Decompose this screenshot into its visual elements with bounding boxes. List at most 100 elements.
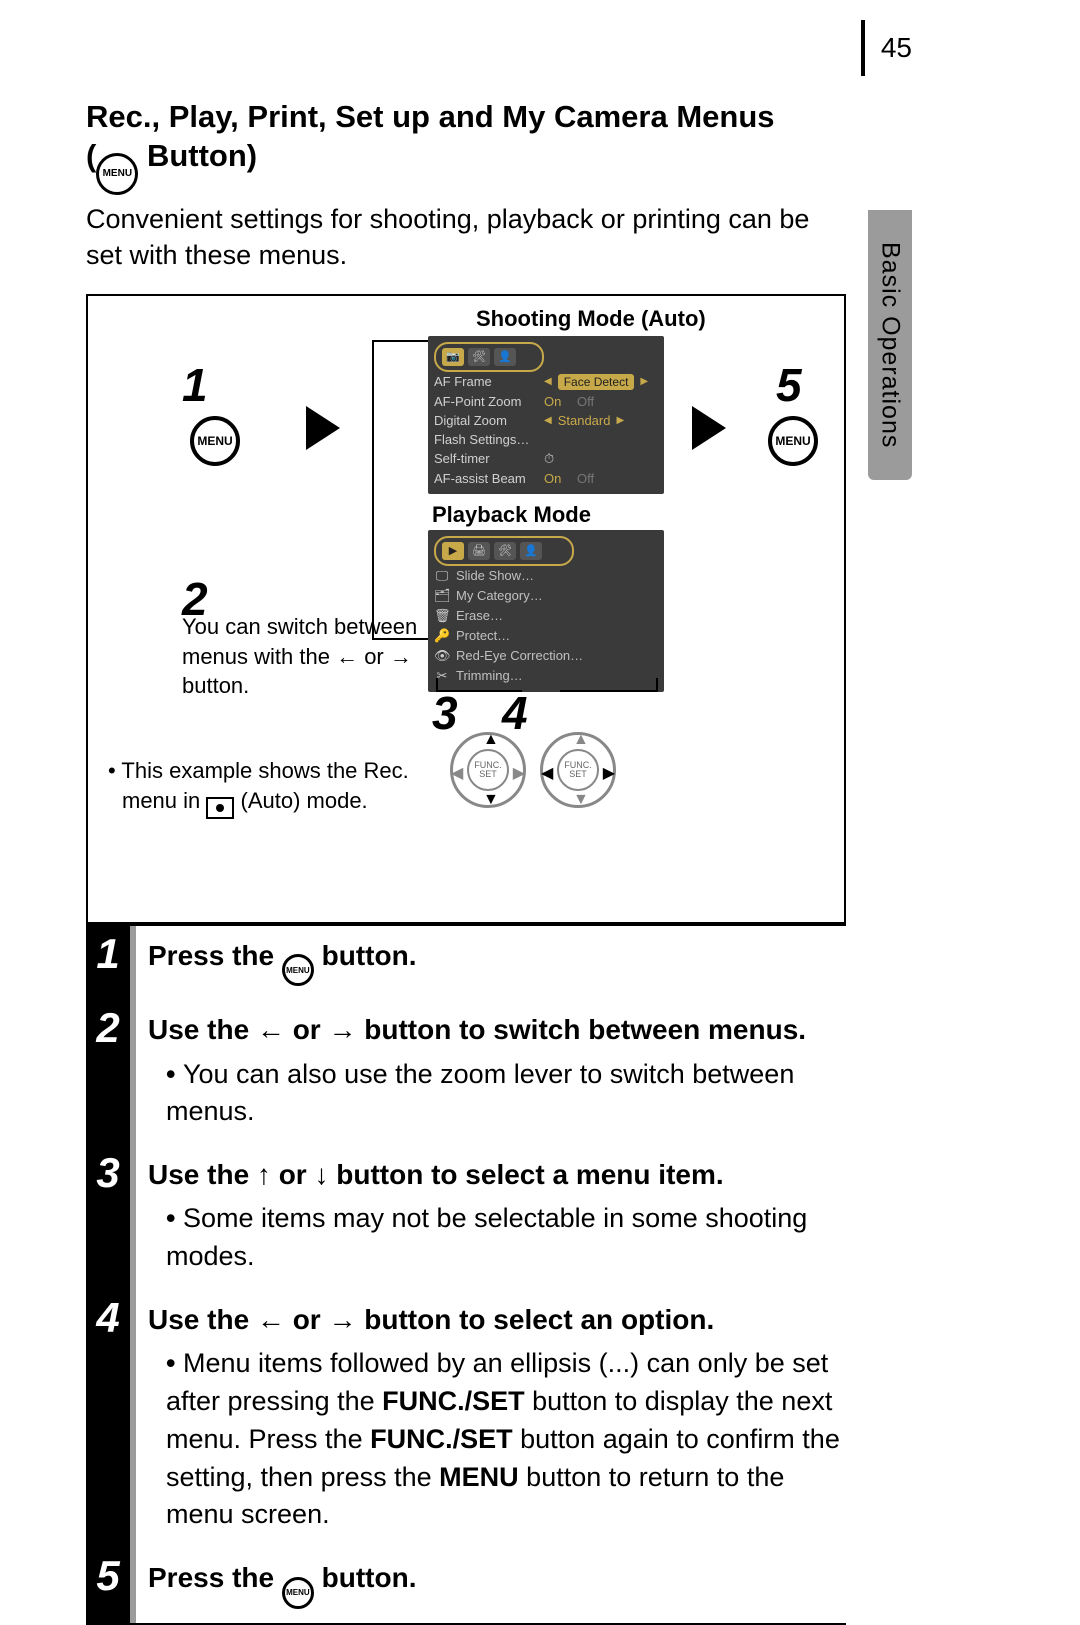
protect-label: Protect… [456,628,510,643]
flash-label: Flash Settings… [434,432,594,447]
step-4-row: 4 Use the ← or → button to select an opt… [86,1290,846,1548]
diagram-step-1: 1 [182,358,208,412]
title-button-word: Button) [138,138,257,173]
step-3-body: Use the ↑ or ↓ button to select a menu i… [130,1145,846,1290]
redeye-icon: 👁 [434,648,450,664]
title-paren-open: ( [86,138,96,173]
switch-note-l2: menus with the ← or → [182,642,422,672]
step-4-bullet: Menu items followed by an ellipsis (...)… [166,1345,846,1534]
tools-tab-icon-2: 🛠 [494,542,516,560]
switch-note-l2b: or [358,644,390,669]
up-arrow-dim-icon: ▲ [573,731,589,749]
step-3-row: 3 Use the ↑ or ↓ button to select a menu… [86,1145,846,1290]
slideshow-label: Slide Show… [456,568,534,583]
example-note: • This example shows the Rec. menu in (A… [108,756,409,819]
step-5-title: Press the MENU button. [148,1562,416,1593]
page-number: 45 [881,32,912,64]
step-2-bullet: You can also use the zoom lever to switc… [166,1056,846,1132]
arrow-right-icon [306,406,340,450]
diagram-step-4: 4 [502,686,528,740]
step-3-num: 3 [86,1145,130,1290]
step-4-title: Use the ← or → button to select an optio… [148,1300,846,1339]
intro-text: Convenient settings for shooting, playba… [86,201,846,274]
page-title-line1: Rec., Play, Print, Set up and My Camera … [86,98,846,137]
erase-icon: 🗑 [434,608,450,624]
diagram-step-5: 5 [776,358,802,412]
menu-button-icon-left-label: MENU [197,434,232,448]
step-3-title: Use the ↑ or ↓ button to select a menu i… [148,1155,846,1194]
step-4-body: Use the ← or → button to select an optio… [130,1290,846,1548]
playback-menu-screen: ▶ 🖨 🛠 👤 🖵Slide Show… 🗂My Category… 🗑Eras… [428,530,664,692]
step-3-bullet: Some items may not be selectable in some… [166,1200,846,1276]
protect-icon: 🔑 [434,628,450,644]
step-4-num: 4 [86,1290,130,1548]
step5-b: button. [314,1562,417,1593]
step-5-body: Press the MENU button. [130,1548,846,1623]
step-5-row: 5 Press the MENU button. [86,1548,846,1623]
left-arrow-icon-2: ◀ [541,763,553,783]
example-line2: menu in (Auto) mode. [122,786,409,819]
playback-tabs: ▶ 🖨 🛠 👤 [434,536,574,566]
menu-icon-step5: MENU [282,1577,314,1609]
print-tab-icon: 🖨 [468,542,490,560]
timer-icon: ⏱ [544,451,554,467]
playback-mode-label: Playback Mode [432,502,591,528]
right-arrow-icon-2: ▶ [603,763,615,783]
s4b: FUNC./SET [382,1386,525,1416]
func-set-icon: FUNC.SET [467,749,509,791]
menu-button-icon-left: MENU [190,416,240,466]
erase-label: Erase… [456,608,503,623]
menu-icon-step5-label: MENU [286,1587,310,1598]
s4f: MENU [439,1462,519,1492]
set-text: SET [479,770,497,779]
selftimer-label: Self-timer [434,451,538,466]
af-zoom-label: AF-Point Zoom [434,394,538,409]
step1-b: button. [314,940,417,971]
divider-bottom [86,1623,846,1625]
page-number-block: 45 [861,20,912,76]
menu-button-icon-right: MENU [768,416,818,466]
switch-note-l3: button. [182,671,422,701]
redeye-label: Red-Eye Correction… [456,648,583,663]
example-line1: • This example shows the Rec. [108,756,409,786]
step-2-row: 2 Use the ← or → button to switch betwee… [86,1000,846,1145]
menu-button-icon-right-label: MENU [775,434,810,448]
s4d: FUNC./SET [370,1424,513,1454]
page-title-line2: (MENU Button) [86,137,846,195]
left-tri: ◀ [544,376,552,387]
left-arrow-icon: ← [336,644,358,669]
camera-mode-icon [206,797,234,819]
step-2-num: 2 [86,1000,130,1145]
example-l1: This example shows the Rec. [121,758,408,783]
left-tri2: ◀ [544,415,552,426]
down-arrow-dim-icon: ▼ [573,791,589,809]
step-1-title: Press the MENU button. [148,940,416,971]
step1-a: Press the [148,940,282,971]
shooting-menu-screen: 📷 🛠 👤 AF Frame◀Face Detect▶ AF-Point Zoo… [428,336,664,494]
af-frame-value: Face Detect [558,374,635,390]
right-tri2: ▶ [616,415,624,426]
category-label: My Category… [456,588,543,603]
dzoom-value: Standard [558,413,611,428]
menu-icon: MENU [96,153,138,195]
af-assist-off: Off [577,471,594,486]
step-1-row: 1 Press the MENU button. [86,926,846,1001]
af-assist-on: On [544,471,561,486]
left-arrow-dim-icon: ◀ [451,763,463,783]
mycam-tab-icon: 👤 [494,348,516,366]
example-l2b: (Auto) mode. [234,788,367,813]
example-l2a: menu in [122,788,206,813]
control-wheel-3: FUNC.SET ▲ ▼ ▶ ◀ [450,732,526,808]
shooting-tabs: 📷 🛠 👤 [434,342,544,372]
page-number-divider [861,20,865,76]
down-arrow-icon: ▼ [483,791,499,809]
play-tab-icon: ▶ [442,542,464,560]
callout-line-4 [560,678,658,692]
right-arrow-icon: → [390,644,412,669]
step-2-body: Use the ← or → button to switch between … [130,1000,846,1145]
func-set-icon-2: FUNC.SET [557,749,599,791]
menu-icon-step1: MENU [282,954,314,986]
section-tab-label: Basic Operations [876,242,905,448]
step5-a: Press the [148,1562,282,1593]
step-5-num: 5 [86,1548,130,1623]
